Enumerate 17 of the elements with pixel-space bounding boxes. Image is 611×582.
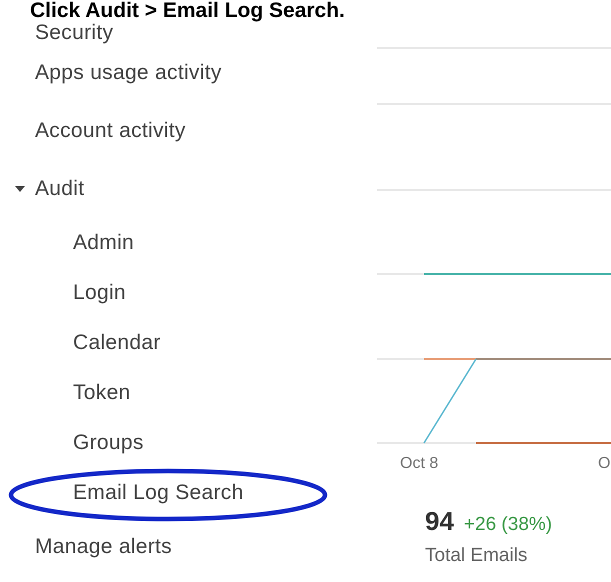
x-axis-label: Oct 8 <box>399 455 440 473</box>
sidebar-subitem[interactable]: Groups <box>73 431 144 455</box>
sidebar-subitem[interactable]: Login <box>73 281 126 305</box>
sidebar-item[interactable]: Security <box>35 21 114 45</box>
x-axis-label: O <box>598 455 611 473</box>
sidebar-item[interactable]: Account activity <box>35 119 186 143</box>
sidebar-item[interactable]: Audit <box>35 177 84 201</box>
sidebar-item[interactable]: Manage alerts <box>35 535 172 559</box>
expand-triangle-icon[interactable] <box>15 184 25 194</box>
sidebar-subitem[interactable]: Admin <box>73 231 134 255</box>
total-value: 94 <box>425 506 454 537</box>
total-label: Total Emails <box>424 545 528 567</box>
sidebar-subitem[interactable]: Calendar <box>73 331 161 355</box>
instruction-text: Click Audit > Email Log Search. <box>30 0 346 22</box>
change-value: +26 (38%) <box>464 514 552 536</box>
sidebar-subitem[interactable]: Token <box>73 381 131 405</box>
sidebar-item[interactable]: Apps usage activity <box>35 61 222 85</box>
